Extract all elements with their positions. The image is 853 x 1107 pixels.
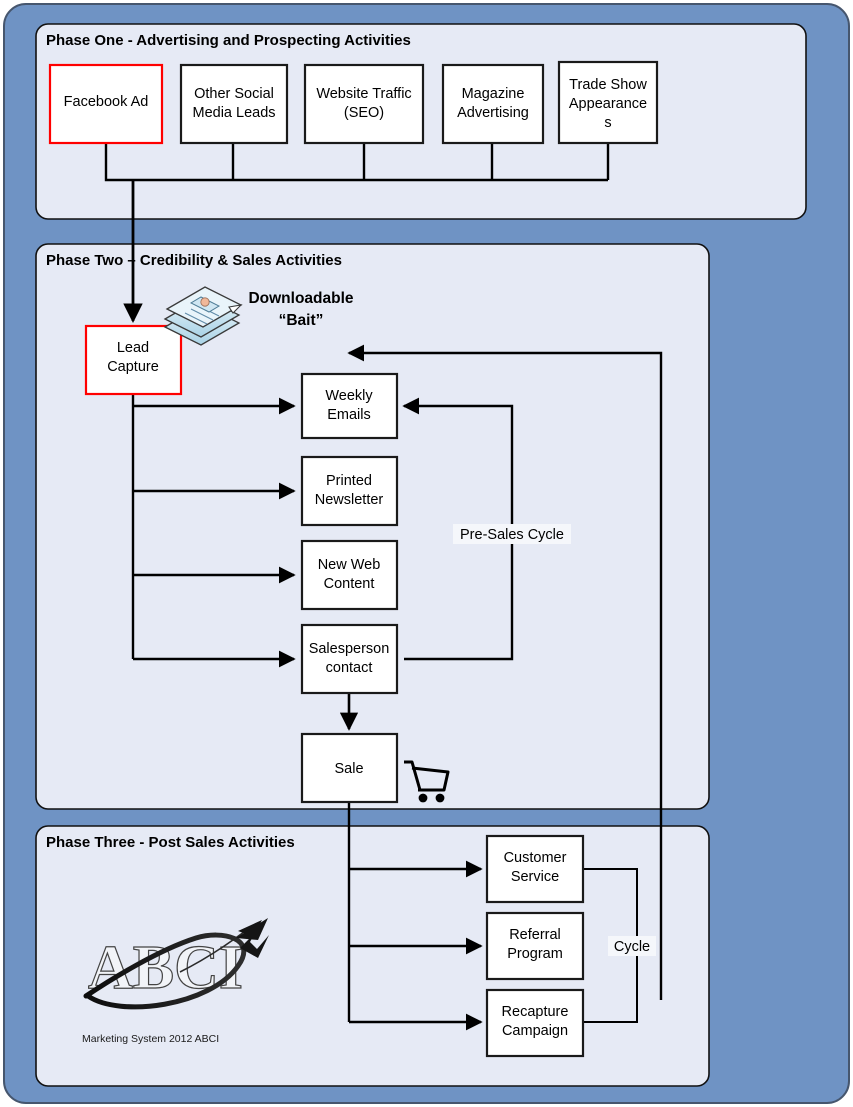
box-new-web-content-label-line2: Content <box>324 576 375 592</box>
phase-three-title: Phase Three - Post Sales Activities <box>46 834 295 851</box>
box-lead-capture-label-line2: Capture <box>107 359 159 375</box>
box-referral-program-label-line1: Referral <box>509 927 561 943</box>
box-other-social-media-leads-label-line1: Other Social <box>194 86 274 102</box>
box-other-social-media-leads-label-line2: Media Leads <box>192 105 275 121</box>
box-salesperson-contact-label-line1: Salesperson <box>309 641 390 657</box>
box-recapture-campaign-label-line2: Campaign <box>502 1023 568 1039</box>
box-referral-program-label-line2: Program <box>507 946 563 962</box>
post-sales-cycle-label: Cycle <box>614 939 650 955</box>
box-new-web-content[interactable] <box>300 539 399 611</box>
box-other-social-media-leads[interactable] <box>179 63 289 145</box>
box-weekly-emails-label-line1: Weekly <box>325 388 373 404</box>
box-website-traffic-label-line1: Website Traffic <box>316 86 411 102</box>
box-recapture-campaign-label-line1: Recapture <box>502 1004 569 1020</box>
downloadable-bait-label-line2: “Bait” <box>279 312 324 329</box>
box-printed-newsletter[interactable] <box>300 455 399 527</box>
downloadable-bait-label-line1: Downloadable <box>248 290 353 307</box>
box-new-web-content-label-line1: New Web <box>318 557 381 573</box>
flowchart-canvas: Phase One - Advertising and Prospecting … <box>0 0 853 1107</box>
box-facebook-ad-label: Facebook Ad <box>64 94 149 110</box>
pre-sales-cycle-label: Pre-Sales Cycle <box>460 527 564 543</box>
box-weekly-emails[interactable] <box>300 372 399 440</box>
phase-one-title: Phase One - Advertising and Prospecting … <box>46 32 411 49</box>
box-printed-newsletter-label-line2: Newsletter <box>315 492 384 508</box>
box-sale-label: Sale <box>334 761 363 777</box>
phase-one-boxes: Facebook Ad Other Social Media Leads Web… <box>48 60 659 145</box>
box-weekly-emails-label-line2: Emails <box>327 407 371 423</box>
box-trade-show-appearances-label-line3: s <box>604 115 611 131</box>
box-printed-newsletter-label-line1: Printed <box>326 473 372 489</box>
box-salesperson-contact[interactable] <box>300 623 399 695</box>
box-trade-show-appearances-label-line1: Trade Show <box>569 77 647 93</box>
box-magazine-advertising[interactable] <box>441 63 545 145</box>
box-customer-service-label-line2: Service <box>511 869 559 885</box>
phase-two-title: Phase Two – Credibility & Sales Activiti… <box>46 252 342 269</box>
box-magazine-advertising-label-line1: Magazine <box>462 86 525 102</box>
abci-logo-letters: ABCI <box>88 934 243 1002</box>
flowchart-svg: Phase One - Advertising and Prospecting … <box>3 3 850 1104</box>
abci-logo-caption: Marketing System 2012 ABCI <box>82 1033 219 1045</box>
box-trade-show-appearances-label-line2: Appearance <box>569 96 647 112</box>
box-website-traffic-label-line2: (SEO) <box>344 105 384 121</box>
phase-three-boxes: Customer Service Referral Program Recapt… <box>485 834 585 1058</box>
box-customer-service-label-line1: Customer <box>504 850 567 866</box>
box-magazine-advertising-label-line2: Advertising <box>457 105 529 121</box>
box-website-traffic[interactable] <box>303 63 425 145</box>
box-lead-capture-label-line1: Lead <box>117 340 149 356</box>
box-salesperson-contact-label-line2: contact <box>326 660 373 676</box>
